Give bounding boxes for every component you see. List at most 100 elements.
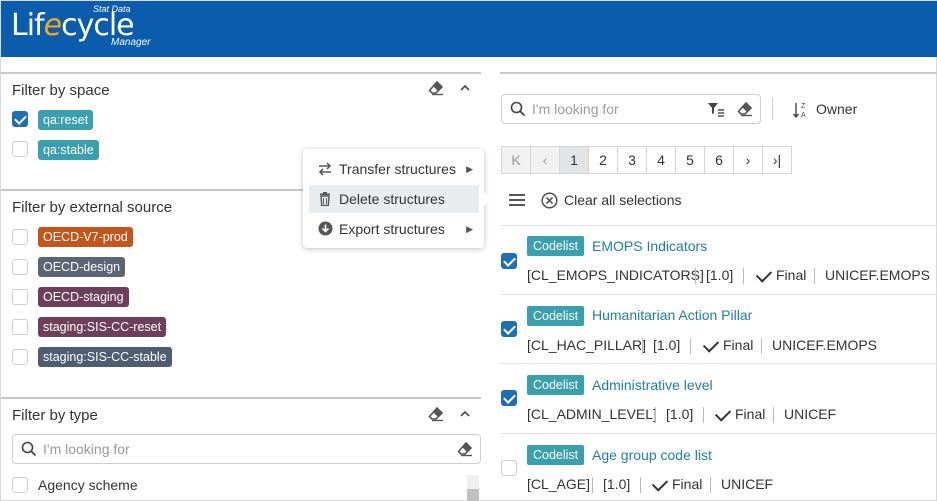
result-id: [CL_ADMIN_LEVEL] — [527, 406, 657, 422]
result-checkbox[interactable] — [501, 253, 517, 269]
search-icon — [21, 441, 37, 460]
filter-space-title: Filter by space — [12, 82, 110, 99]
chevron-up-icon[interactable] — [458, 81, 472, 98]
svg-text:Z: Z — [801, 103, 806, 110]
menu-item-export-structures[interactable]: Export structures ▶ — [309, 215, 479, 243]
space-tag: qa:stable — [38, 140, 99, 160]
app-logo[interactable]: Stat Data Lifecycle Manager — [11, 4, 161, 54]
result-checkbox[interactable] — [501, 460, 517, 476]
result-status: Final — [672, 476, 703, 492]
pager-last-button[interactable]: ›| — [762, 146, 792, 174]
structure-search-placeholder: I'm looking for — [532, 101, 619, 117]
type-badge: Codelist — [527, 445, 585, 465]
result-agency: UNICEF.EMOPS — [825, 267, 931, 283]
external-tag: staging:SIS-CC-reset — [38, 317, 167, 337]
result-agency: UNICEF — [784, 406, 837, 422]
sort-owner-label: Owner — [816, 101, 858, 117]
result-row: Codelist Age group code list [CL_AGE] [1… — [500, 433, 937, 501]
download-circle-icon — [317, 215, 333, 245]
external-checkbox[interactable] — [12, 259, 28, 275]
pager-page-1[interactable]: 1 — [559, 146, 589, 174]
result-checkbox[interactable] — [501, 390, 517, 406]
meta-separator — [695, 268, 696, 284]
pager-page-3[interactable]: 3 — [617, 146, 647, 174]
meta-separator — [703, 407, 704, 423]
type-search-input[interactable]: I'm looking for — [12, 434, 481, 464]
meta-separator — [592, 477, 593, 493]
sort-owner-button[interactable]: ZA Owner — [792, 100, 863, 123]
section-divider — [1, 189, 303, 191]
pager-next-button[interactable]: › — [733, 146, 763, 174]
meta-separator — [655, 407, 656, 423]
space-checkbox-qa-stable[interactable] — [12, 141, 28, 157]
chevron-up-icon[interactable] — [458, 407, 472, 424]
pager-first-button[interactable]: K — [501, 146, 531, 174]
meta-separator — [642, 338, 643, 354]
result-title-link[interactable]: Age group code list — [592, 447, 712, 463]
result-row: Codelist Humanitarian Action Pillar [CL_… — [500, 294, 937, 363]
result-status: Final — [735, 406, 766, 422]
caret-right-icon: ▶ — [466, 224, 473, 234]
clear-all-selections-button[interactable]: Clear all selections — [541, 191, 691, 211]
space-checkbox-qa-reset[interactable] — [12, 111, 28, 127]
result-title-link[interactable]: EMOPS Indicators — [592, 238, 707, 254]
external-checkbox[interactable] — [12, 229, 28, 245]
pager-prev-button[interactable]: ‹ — [530, 146, 560, 174]
result-checkbox[interactable] — [501, 321, 517, 337]
external-tag: staging:SIS-CC-stable — [38, 347, 172, 367]
meta-separator — [761, 338, 762, 354]
scrollbar-thumb[interactable] — [467, 489, 479, 501]
result-title-link[interactable]: Humanitarian Action Pillar — [592, 307, 752, 323]
filter-external-title: Filter by external source — [12, 199, 173, 216]
trash-icon — [317, 185, 333, 215]
type-item-label: Agency scheme — [38, 477, 138, 493]
section-divider — [500, 72, 937, 74]
external-checkbox[interactable] — [12, 289, 28, 305]
pager-page-4[interactable]: 4 — [646, 146, 676, 174]
meta-separator — [710, 477, 711, 493]
result-id: [CL_HAC_PILLAR] — [527, 337, 647, 353]
result-id: [CL_AGE] — [527, 476, 591, 492]
result-status: Final — [723, 337, 754, 353]
sort-alpha-icon: ZA — [792, 100, 809, 123]
transfer-icon — [317, 155, 333, 185]
result-id: [CL_EMOPS_INDICATORS] — [527, 267, 704, 283]
external-tag: OECD-V7-prod — [38, 227, 133, 247]
result-row: Codelist EMOPS Indicators [CL_EMOPS_INDI… — [500, 225, 937, 294]
result-title-link[interactable]: Administrative level — [592, 377, 713, 393]
meta-separator — [743, 268, 744, 284]
filter-list-icon[interactable] — [707, 101, 725, 120]
check-icon — [702, 336, 720, 353]
result-version: [1.0] — [666, 406, 694, 422]
hamburger-menu-icon[interactable] — [508, 192, 526, 211]
space-tag: qa:reset — [38, 110, 94, 130]
filter-type-title: Filter by type — [12, 407, 98, 424]
close-circle-icon — [541, 192, 558, 212]
toolbar-separator — [772, 98, 773, 120]
app-header: Stat Data Lifecycle Manager — [1, 1, 937, 57]
meta-separator — [814, 268, 815, 284]
type-badge: Codelist — [527, 236, 585, 256]
external-checkbox[interactable] — [12, 319, 28, 335]
menu-item-delete-structures[interactable]: Delete structures — [309, 185, 479, 213]
pager-page-2[interactable]: 2 — [588, 146, 618, 174]
meta-separator — [690, 338, 691, 354]
section-divider — [1, 397, 481, 399]
type-badge: Codelist — [527, 375, 585, 395]
eraser-icon[interactable] — [428, 406, 444, 425]
menu-item-transfer-structures[interactable]: Transfer structures ▶ — [309, 155, 479, 183]
result-status: Final — [776, 267, 807, 283]
pager-page-5[interactable]: 5 — [675, 146, 705, 174]
eraser-icon[interactable] — [737, 101, 753, 120]
external-tag: OECD-staging — [38, 287, 129, 307]
check-icon — [755, 266, 773, 283]
meta-separator — [773, 407, 774, 423]
result-row: Codelist Administrative level [CL_ADMIN_… — [500, 363, 937, 433]
eraser-icon[interactable] — [428, 80, 444, 99]
pager-page-6[interactable]: 6 — [704, 146, 734, 174]
type-checkbox[interactable] — [12, 477, 28, 493]
search-icon — [510, 101, 526, 120]
eraser-icon[interactable] — [457, 441, 473, 460]
external-checkbox[interactable] — [12, 349, 28, 365]
structure-search-input[interactable]: I'm looking for — [501, 94, 761, 124]
